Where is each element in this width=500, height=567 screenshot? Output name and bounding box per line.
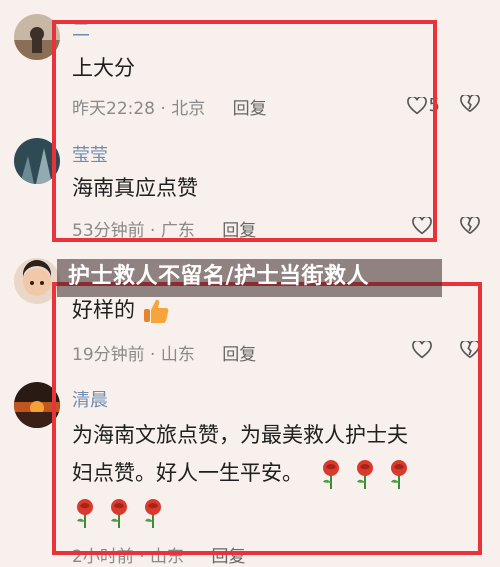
avatar[interactable]: [14, 382, 60, 428]
reply-button[interactable]: 回复: [222, 345, 256, 365]
broken-heart-outline-icon: [460, 339, 480, 359]
dislike-button[interactable]: [460, 215, 480, 240]
reply-button[interactable]: 回复: [211, 547, 245, 567]
comment-text: 海南真应点赞: [72, 176, 198, 200]
rose-emoji: [322, 460, 339, 489]
like-count: 5: [428, 95, 440, 116]
comment-username[interactable]: 二: [72, 16, 90, 42]
thumbs-up-emoji: [143, 299, 169, 323]
comment-meta: 昨天22:28 · 北京 回复: [72, 99, 267, 119]
comment-text: 好样的: [72, 294, 170, 326]
comment-time: 昨天22:28: [72, 99, 155, 119]
heart-outline-icon: [412, 217, 432, 235]
rose-emoji: [145, 499, 161, 528]
comment-location: 山东: [160, 345, 195, 365]
heart-outline-icon: [412, 341, 432, 359]
broken-heart-outline-icon: [460, 215, 480, 235]
like-button[interactable]: [412, 217, 432, 235]
headline-text: 护士救人不留名/护士当街救人: [68, 264, 370, 289]
rose-emoji: [356, 460, 373, 489]
avatar[interactable]: [14, 14, 60, 60]
heart-outline-icon: [406, 96, 427, 114]
comment-meta: 53分钟前 · 广东 回复: [72, 221, 257, 241]
comment-location: 北京: [171, 99, 206, 119]
comment-time: 53分钟前: [72, 221, 145, 241]
rose-emoji: [111, 499, 127, 528]
comment-location: 山东: [150, 547, 185, 567]
reply-button[interactable]: 回复: [222, 221, 256, 241]
avatar[interactable]: [14, 138, 60, 184]
like-button[interactable]: [412, 341, 432, 359]
comment-username[interactable]: 清晨: [72, 386, 108, 412]
dislike-button[interactable]: [460, 339, 480, 364]
comment-time: 19分钟前: [72, 345, 145, 365]
rose-emoji: [390, 460, 407, 489]
avatar[interactable]: [14, 258, 60, 304]
comment-time: 2小时前: [72, 547, 134, 567]
comment-text: 为海南文旅点赞，为最美救人护士夫 妇点赞。好人一生平安。: [72, 419, 492, 529]
rose-emoji: [77, 499, 93, 528]
comment-username[interactable]: 莹莹: [72, 141, 108, 167]
like-button[interactable]: 5: [406, 95, 440, 116]
dislike-button[interactable]: [460, 93, 480, 118]
comment-meta: 19分钟前 · 山东 回复: [72, 345, 257, 365]
broken-heart-outline-icon: [460, 93, 480, 113]
reply-button[interactable]: 回复: [233, 99, 267, 119]
comment-location: 广东: [160, 221, 195, 241]
comment-text: 上大分: [72, 56, 135, 80]
